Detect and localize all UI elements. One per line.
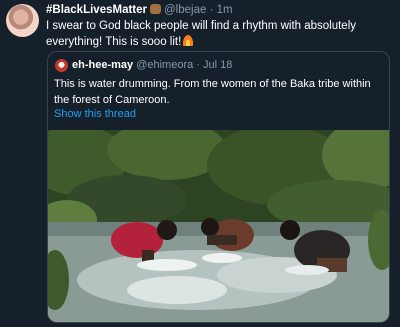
quoted-author-handle[interactable]: @ehimeora [136, 59, 193, 71]
separator-dot: · [196, 59, 200, 71]
quoted-timestamp[interactable]: Jul 18 [203, 59, 232, 71]
avatar[interactable] [6, 4, 39, 37]
quoted-avatar[interactable] [55, 59, 68, 72]
quoted-tweet-text: This is water drumming. From the women o… [54, 78, 371, 106]
tweet: #BlackLivesMatter @lbejae · 1m I swear to… [0, 0, 400, 327]
quoted-tweet-header: eh-hee-may @ehimeora · Jul 18 [72, 58, 232, 72]
author-handle[interactable]: @lbejae [164, 4, 206, 16]
tweet-header: #BlackLivesMatter @lbejae · 1m [46, 3, 233, 17]
raised-fist-emoji-icon [150, 4, 161, 14]
video-media[interactable] [48, 130, 389, 322]
video-frame [48, 130, 389, 322]
show-thread-link[interactable]: Show this thread [54, 108, 136, 120]
author-name[interactable]: #BlackLivesMatter [46, 4, 147, 16]
quoted-tweet[interactable]: eh-hee-may @ehimeora · Jul 18 This is wa… [47, 51, 390, 323]
fire-emoji-icon [183, 35, 194, 46]
separator-dot: · [209, 4, 214, 16]
quoted-author-name[interactable]: eh-hee-may [72, 59, 133, 71]
tweet-text-content: I swear to God black people will find a … [46, 20, 357, 48]
timestamp[interactable]: 1m [217, 4, 233, 16]
tweet-text: I swear to God black people will find a … [46, 18, 394, 50]
